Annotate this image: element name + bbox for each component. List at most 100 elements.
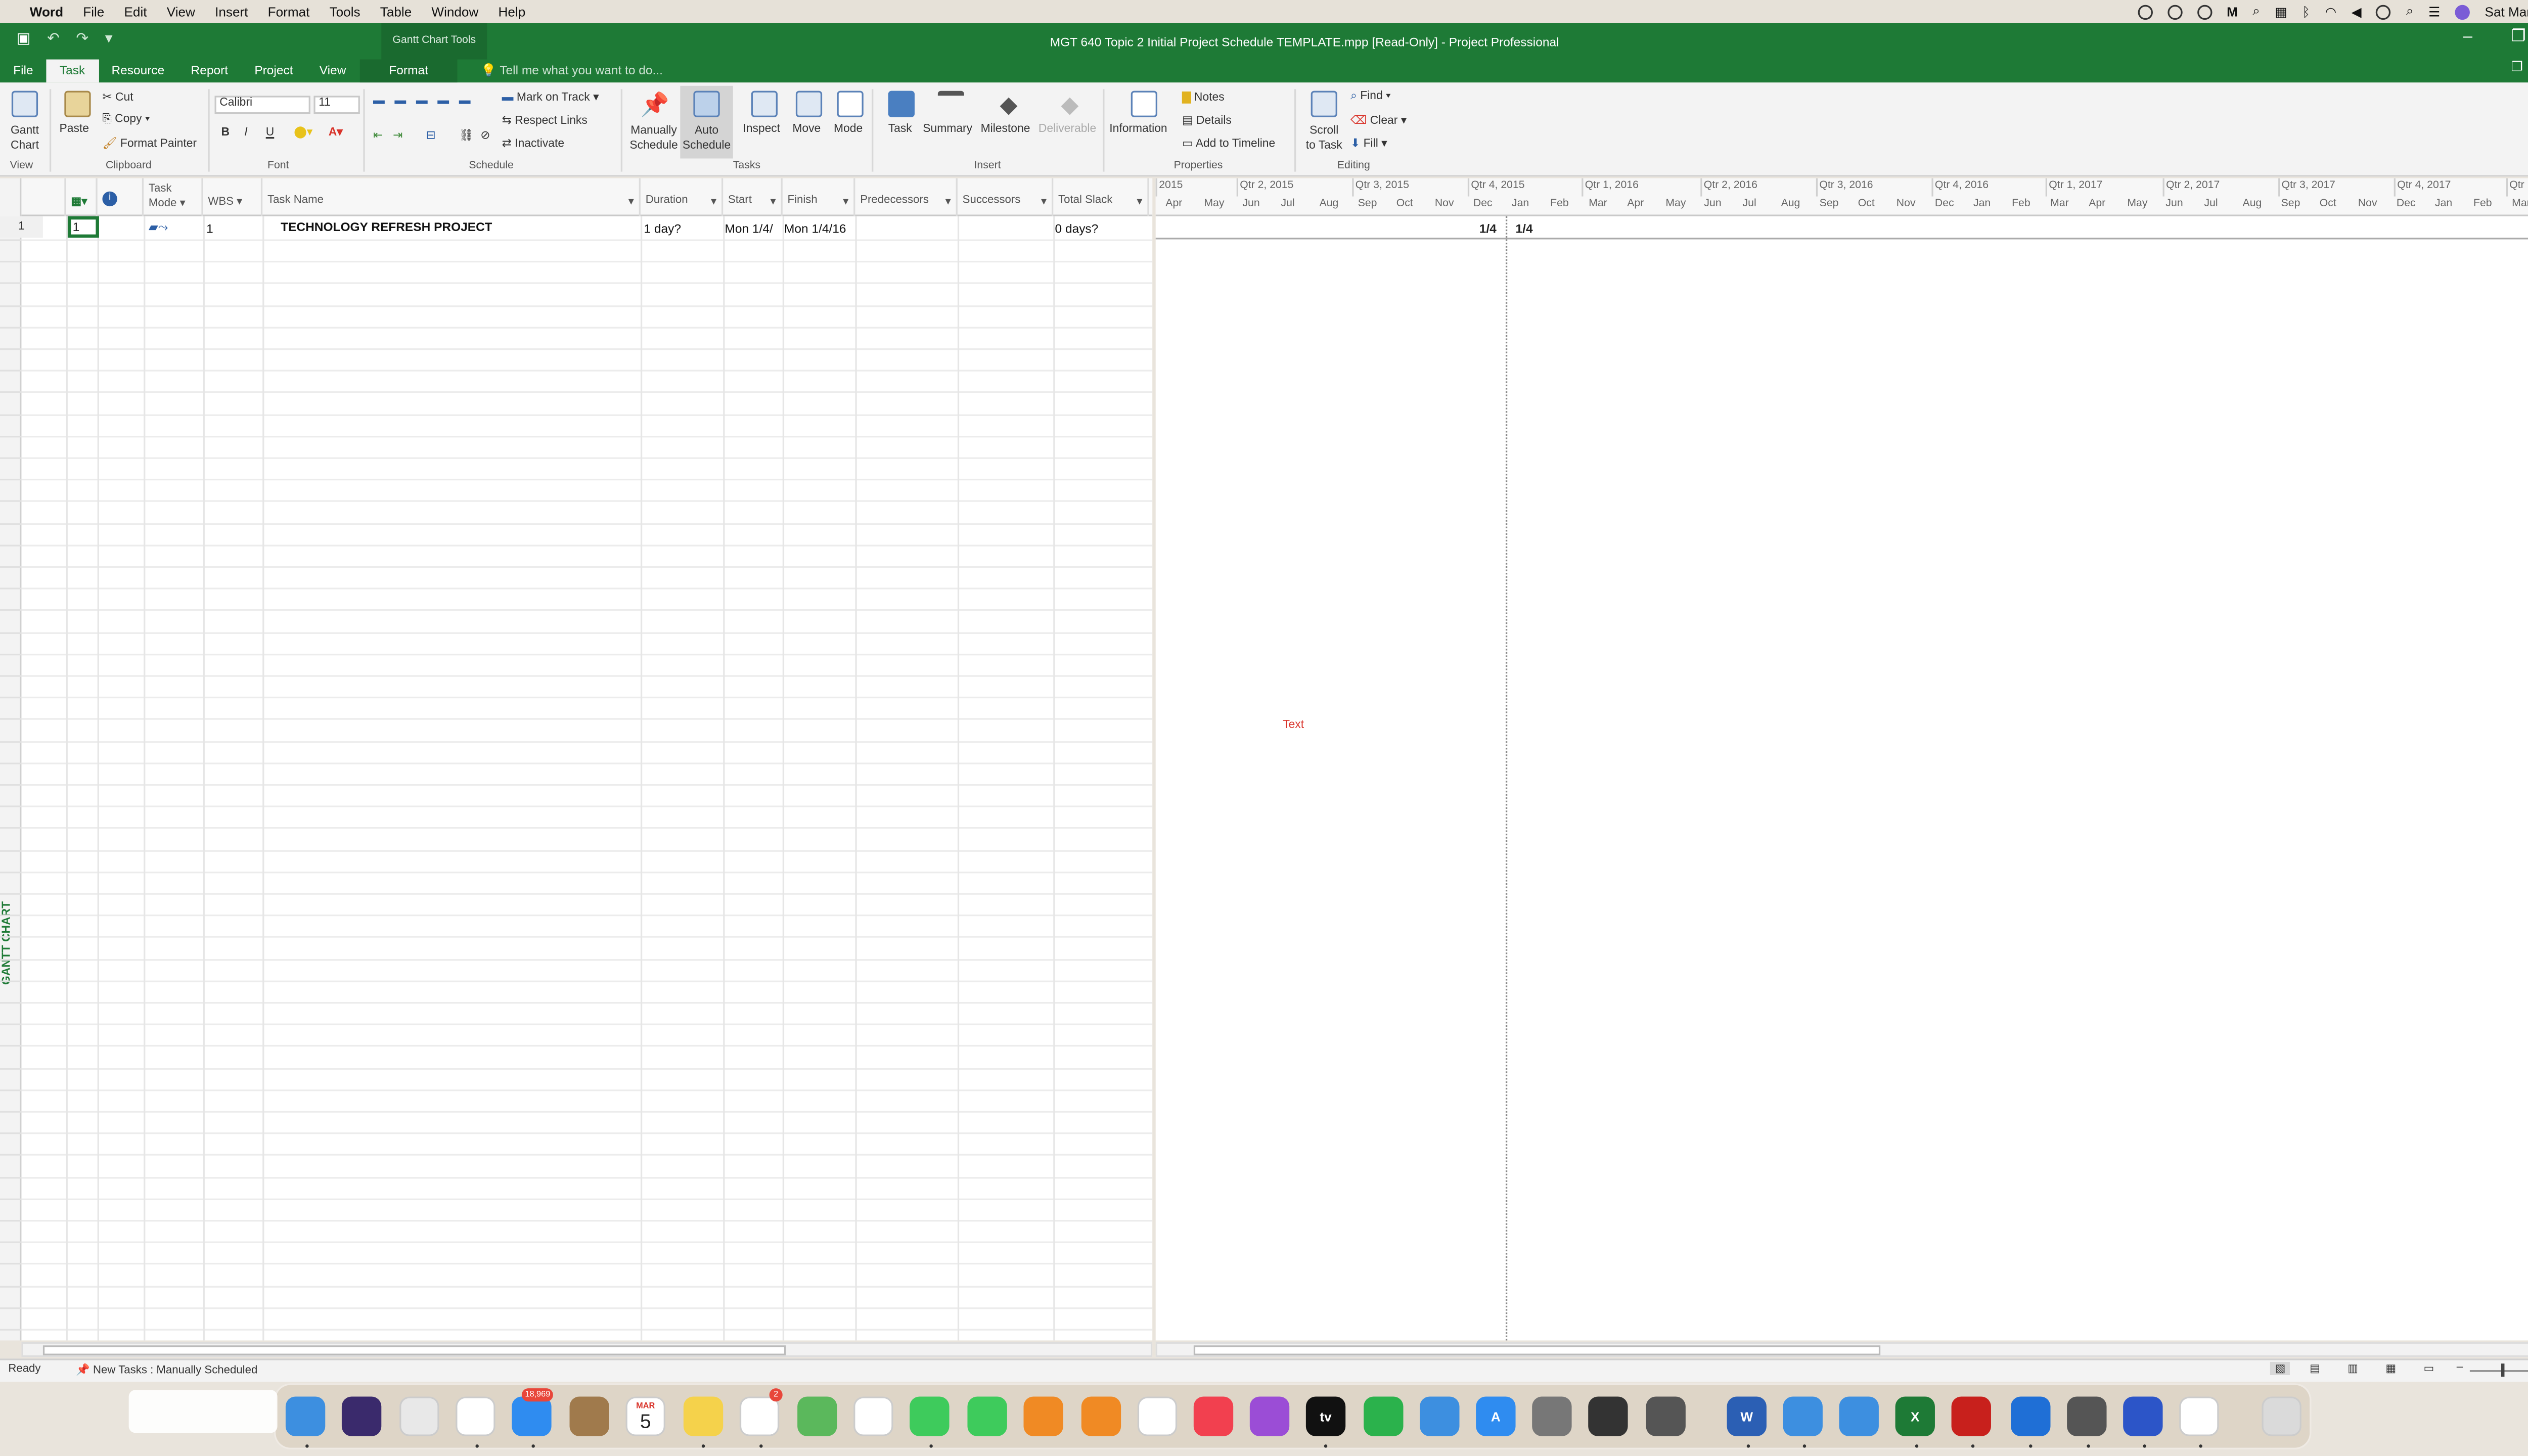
pages-icon[interactable] [1023, 1396, 1063, 1436]
printer-icon[interactable] [1646, 1396, 1686, 1436]
inspect-button[interactable]: Inspect [743, 124, 780, 135]
webex-icon[interactable] [2011, 1396, 2051, 1436]
menu-help[interactable]: Help [488, 4, 535, 19]
fill-button[interactable]: ⬇ Fill ▾ [1350, 137, 1387, 150]
news-icon[interactable] [1137, 1396, 1178, 1436]
menu-file[interactable]: File [73, 4, 114, 19]
view-shortcut-resource-sheet-icon[interactable]: ▦ [2385, 1362, 2396, 1375]
total-slack-cell[interactable]: 0 days? [1055, 221, 1099, 236]
wbs-cell[interactable]: 1 [206, 221, 213, 236]
duration-header[interactable]: Duration ▾ [641, 178, 724, 216]
start-cell[interactable]: Mon 1/4/ [725, 221, 782, 236]
row-header-1[interactable]: 1 [0, 216, 43, 238]
facetime-icon[interactable] [967, 1396, 1007, 1436]
link-tasks-button[interactable]: ⛓ [459, 129, 474, 142]
clock[interactable]: Sat Mar 5 15:24 [2485, 4, 2528, 19]
mode-button[interactable]: Mode [834, 124, 863, 135]
spotlight-icon[interactable]: ⌕ [2406, 4, 2414, 20]
mark-on-track-button[interactable]: ▬ Mark on Track ▾ [502, 91, 599, 104]
contacts-icon[interactable] [569, 1396, 609, 1436]
search-icon[interactable]: ⌕ [2252, 4, 2260, 20]
ribbon-restore-button[interactable]: ❐ [2511, 60, 2523, 74]
appletv-icon[interactable]: tv [1305, 1396, 1346, 1436]
menu-edit[interactable]: Edit [114, 4, 157, 19]
predecessors-header[interactable]: Predecessors ▾ [855, 178, 958, 216]
gantt-scroll-thumb[interactable] [1193, 1345, 1881, 1355]
view-shortcut-team-planner-icon[interactable]: ▥ [2348, 1362, 2358, 1375]
menu-insert[interactable]: Insert [205, 4, 258, 19]
split-task-button[interactable]: ⊟ [426, 129, 435, 142]
messages-icon[interactable] [910, 1396, 950, 1436]
task-mode-header[interactable]: Task Mode ▾ [144, 178, 203, 216]
menu-view[interactable]: View [157, 4, 205, 19]
unlink-tasks-button[interactable]: ⊘ [480, 129, 490, 142]
reminders-icon[interactable] [739, 1396, 780, 1436]
menu-app-name[interactable]: Word [20, 4, 73, 19]
tell-me-search[interactable]: 💡 Tell me what you want to do... [458, 60, 676, 83]
launchpad-icon[interactable] [399, 1396, 439, 1436]
start-filter-icon[interactable]: ▾ [771, 195, 776, 208]
wbs-header[interactable]: WBS ▾ [203, 178, 263, 216]
tab-format[interactable]: Format [359, 59, 458, 83]
finder-icon[interactable] [285, 1396, 326, 1436]
copy-button[interactable]: ⎘ Copy ▾ [102, 114, 150, 127]
word-icon[interactable]: W [1727, 1396, 1767, 1436]
excel-icon[interactable]: X [1895, 1396, 1935, 1436]
tab-report[interactable]: Report [177, 60, 241, 83]
successors-filter-icon[interactable]: ▾ [1041, 195, 1047, 208]
control-center-icon[interactable]: ☰ [2428, 4, 2440, 19]
menu-window[interactable]: Window [422, 4, 488, 19]
system-preferences-icon[interactable] [1532, 1396, 1572, 1436]
calculator-icon[interactable] [1588, 1396, 1628, 1436]
grid-app-icon[interactable] [2123, 1396, 2163, 1436]
chrome-2-icon[interactable] [2179, 1396, 2219, 1436]
save-icon[interactable]: ▣ [17, 30, 31, 48]
finish-filter-icon[interactable]: ▾ [843, 195, 848, 208]
mail-icon[interactable] [512, 1396, 552, 1436]
gantt-chart-area[interactable]: 2015 Qtr 2, 2015 Qtr 3, 2015 Qtr 4, 2015 Qtr… [1155, 178, 2528, 1341]
user-icon[interactable] [2376, 4, 2391, 19]
percent-25-button[interactable]: ▬ [394, 96, 406, 107]
tab-project[interactable]: Project [241, 60, 306, 83]
status-icon-3[interactable] [2197, 4, 2212, 19]
view-shortcut-gantt-icon[interactable]: ▧ [2270, 1361, 2291, 1375]
indicators-header[interactable]: ▦▾ [66, 178, 98, 216]
clear-button[interactable]: ⌫ Clear ▾ [1350, 114, 1407, 127]
safari-icon[interactable] [1839, 1396, 1879, 1436]
sheet-scroll-thumb[interactable] [42, 1345, 786, 1355]
details-button[interactable]: ▤ Details [1182, 114, 1232, 127]
photos-icon[interactable] [853, 1396, 893, 1436]
tab-resource[interactable]: Resource [98, 60, 177, 83]
percent-0-button[interactable]: ▬ [373, 96, 385, 107]
underline-button[interactable]: U [266, 127, 275, 139]
status-icon-1[interactable] [2137, 4, 2153, 19]
total-slack-header[interactable]: Total Slack ▾ [1053, 178, 1149, 216]
percent-75-button[interactable]: ▬ [437, 96, 449, 107]
milestone-button[interactable]: Milestone [981, 124, 1030, 135]
menu-tools[interactable]: Tools [320, 4, 370, 19]
tab-view[interactable]: View [306, 60, 359, 83]
percent-50-button[interactable]: ▬ [416, 96, 428, 107]
siri-icon[interactable] [341, 1396, 382, 1436]
notes-icon[interactable] [683, 1396, 724, 1436]
undo-icon[interactable]: ↶ [47, 30, 60, 48]
customize-qat-icon[interactable]: ▾ [105, 30, 113, 48]
dock-search-box[interactable] [128, 1390, 278, 1433]
inactivate-button[interactable]: ⇄ Inactivate [502, 137, 564, 150]
acrobat-icon[interactable] [1951, 1396, 1991, 1436]
numbers-icon[interactable] [1364, 1396, 1404, 1436]
task-mode-cell[interactable]: ▰⤳ [149, 219, 168, 236]
auto-schedule-button[interactable]: Auto Schedule [680, 124, 733, 154]
duration-filter-icon[interactable]: ▾ [711, 195, 716, 208]
wifi-icon[interactable]: ◠ [2325, 4, 2336, 19]
bluetooth-icon[interactable]: ᛒ [2302, 4, 2310, 19]
find-button[interactable]: ⌕ Find ▾ [1350, 91, 1391, 104]
view-bar-label[interactable]: GANTT CHART [2, 901, 13, 985]
information-button[interactable]: Information [1109, 124, 1167, 135]
zoom-slider[interactable] [2469, 1370, 2528, 1372]
podcasts-icon[interactable] [1249, 1396, 1290, 1436]
tab-file[interactable]: File [0, 60, 47, 83]
gantt-horizontal-scrollbar[interactable] [1155, 1342, 2528, 1357]
menu-format[interactable]: Format [258, 4, 320, 19]
status-icon-2[interactable] [2167, 4, 2182, 19]
